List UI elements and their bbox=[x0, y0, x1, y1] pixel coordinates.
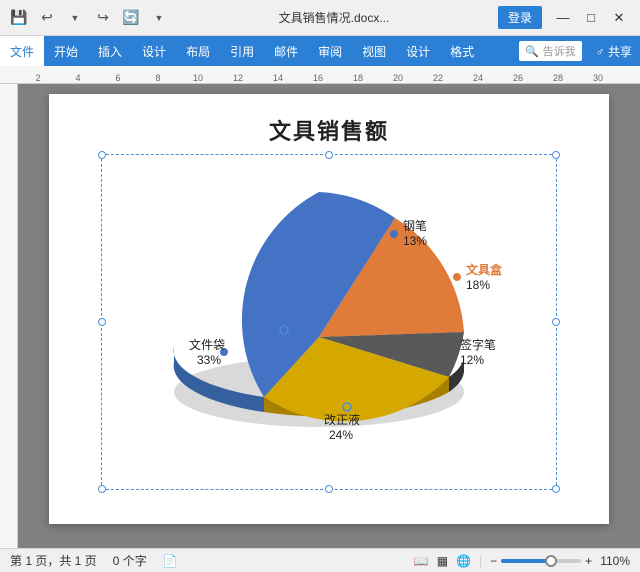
autosave-icon[interactable]: 🔄 bbox=[120, 7, 142, 29]
ruler-tick: 16 bbox=[313, 73, 323, 83]
content-area: 文具销售额 bbox=[0, 84, 640, 548]
window-controls: — □ ✕ bbox=[550, 7, 632, 29]
dot-gangbi bbox=[390, 230, 398, 238]
handle-bm[interactable] bbox=[325, 485, 333, 493]
ruler-tick: 30 bbox=[593, 73, 603, 83]
ruler-tick: 10 bbox=[193, 73, 203, 83]
dot-wenjuhe bbox=[453, 273, 461, 281]
handle-mr[interactable] bbox=[552, 318, 560, 326]
ruler-tick: 8 bbox=[155, 73, 160, 83]
percent-gaizhenye: 24% bbox=[329, 428, 353, 442]
tab-references[interactable]: 引用 bbox=[220, 36, 264, 66]
handle-tl[interactable] bbox=[98, 151, 106, 159]
save-icon[interactable]: 💾 bbox=[8, 7, 30, 29]
word-count: 0 个字 bbox=[113, 552, 147, 569]
zoom-slider[interactable] bbox=[501, 559, 581, 563]
chart-title: 文具销售额 bbox=[269, 114, 389, 146]
ruler-vertical bbox=[0, 84, 18, 548]
tab-review[interactable]: 审阅 bbox=[308, 36, 352, 66]
handle-br[interactable] bbox=[552, 485, 560, 493]
separator: | bbox=[479, 554, 482, 568]
ruler-horizontal: 2 4 6 8 10 12 14 16 18 20 22 24 26 28 30 bbox=[0, 66, 640, 84]
ruler-tick: 6 bbox=[115, 73, 120, 83]
ruler-tick: 28 bbox=[553, 73, 563, 83]
ribbon: 文件 开始 插入 设计 布局 引用 邮件 审阅 视图 设计 格式 🔍 告诉我 ♂… bbox=[0, 36, 640, 66]
ruler-tick: 2 bbox=[35, 73, 40, 83]
handle-tr[interactable] bbox=[552, 151, 560, 159]
dot-qianzibi bbox=[447, 348, 455, 356]
label-gangbi: 钢笔 bbox=[403, 218, 427, 233]
maximize-button[interactable]: □ bbox=[578, 7, 604, 29]
percent-wenjian: 33% bbox=[197, 353, 221, 367]
tab-insert[interactable]: 插入 bbox=[88, 36, 132, 66]
tab-design2[interactable]: 设计 bbox=[396, 36, 440, 66]
zoom-bar: − + bbox=[490, 554, 592, 568]
ruler-tick: 20 bbox=[393, 73, 403, 83]
tab-home[interactable]: 开始 bbox=[44, 36, 88, 66]
chart-container: 文具销售额 bbox=[69, 114, 589, 482]
ribbon-search[interactable]: 🔍 告诉我 bbox=[519, 41, 582, 61]
close-button[interactable]: ✕ bbox=[606, 7, 632, 29]
document-title: 文具销售情况.docx... bbox=[178, 9, 490, 26]
percent-qianzibi: 12% bbox=[460, 353, 484, 367]
minimize-button[interactable]: — bbox=[550, 7, 576, 29]
ruler-tick: 26 bbox=[513, 73, 523, 83]
handle-ml[interactable] bbox=[98, 318, 106, 326]
zoom-slider-thumb[interactable] bbox=[545, 555, 557, 567]
view-icon-layout[interactable]: ▦ bbox=[437, 554, 448, 568]
tab-file[interactable]: 文件 bbox=[0, 36, 44, 66]
label-wenjian: 文件袋 bbox=[189, 337, 225, 352]
view-icon-web[interactable]: 🌐 bbox=[456, 554, 471, 568]
customize-icon[interactable]: ▼ bbox=[148, 7, 170, 29]
label-gaizhenye: 改正液 bbox=[324, 412, 360, 427]
tab-design[interactable]: 设计 bbox=[132, 36, 176, 66]
redo-icon[interactable]: ↪ bbox=[92, 7, 114, 29]
undo-icon[interactable]: ↩ bbox=[36, 7, 58, 29]
pie-chart-svg: 钢笔 13% 文具盒 18% 签字笔 12% 改正液 24% bbox=[109, 162, 549, 482]
search-label: 告诉我 bbox=[543, 43, 576, 59]
page-info: 第 1 页，共 1 页 bbox=[10, 552, 97, 569]
view-icon-read[interactable]: 📖 bbox=[414, 554, 429, 568]
handle-bl[interactable] bbox=[98, 485, 106, 493]
page-area: 文具销售额 bbox=[18, 84, 640, 548]
zoom-level: 110% bbox=[600, 554, 630, 568]
status-right: 📖 ▦ 🌐 | − + 110% bbox=[414, 554, 630, 568]
zoom-in-icon[interactable]: + bbox=[585, 554, 592, 568]
label-wenjuhe: 文具盒 bbox=[466, 262, 503, 277]
spellcheck-icon[interactable]: 📄 bbox=[163, 554, 178, 568]
search-icon: 🔍 bbox=[525, 45, 539, 58]
tab-layout[interactable]: 布局 bbox=[176, 36, 220, 66]
status-bar: 第 1 页，共 1 页 0 个字 📄 📖 ▦ 🌐 | − + 110% bbox=[0, 548, 640, 572]
zoom-out-icon[interactable]: − bbox=[490, 554, 497, 568]
ribbon-right: 🔍 告诉我 ♂ 共享 bbox=[519, 41, 640, 61]
chart-wrapper[interactable]: 钢笔 13% 文具盒 18% 签字笔 12% 改正液 24% bbox=[109, 162, 549, 482]
ruler-tick: 22 bbox=[433, 73, 443, 83]
undo-dropdown-icon[interactable]: ▼ bbox=[64, 7, 86, 29]
tab-format[interactable]: 格式 bbox=[440, 36, 484, 66]
ruler-tick: 12 bbox=[233, 73, 243, 83]
ruler-tick: 24 bbox=[473, 73, 483, 83]
title-bar: 💾 ↩ ▼ ↪ 🔄 ▼ 文具销售情况.docx... 登录 — □ ✕ bbox=[0, 0, 640, 36]
document-page: 文具销售额 bbox=[49, 94, 609, 524]
share-button[interactable]: ♂ 共享 bbox=[588, 43, 640, 60]
ruler-tick: 4 bbox=[75, 73, 80, 83]
tab-view[interactable]: 视图 bbox=[352, 36, 396, 66]
toolbar-icons: 💾 ↩ ▼ ↪ 🔄 ▼ bbox=[8, 7, 170, 29]
tab-mailings[interactable]: 邮件 bbox=[264, 36, 308, 66]
percent-gangbi: 13% bbox=[403, 234, 427, 248]
percent-wenjuhe: 18% bbox=[466, 278, 490, 292]
label-qianzibi: 签字笔 bbox=[460, 337, 496, 352]
handle-tm[interactable] bbox=[325, 151, 333, 159]
ruler-tick: 14 bbox=[273, 73, 283, 83]
login-button[interactable]: 登录 bbox=[498, 6, 542, 29]
ruler-tick: 18 bbox=[353, 73, 363, 83]
